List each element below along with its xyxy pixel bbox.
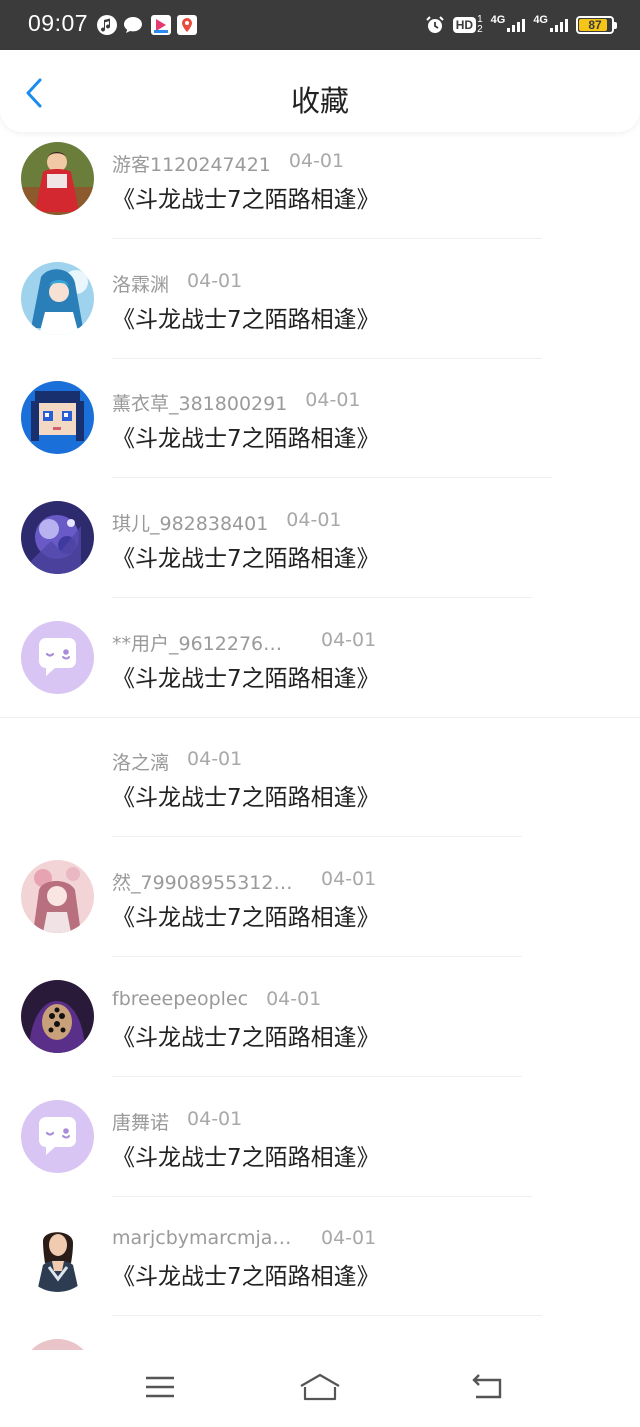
status-bar: 09:07 HD 12 4G 4G 87 bbox=[0, 0, 640, 50]
app-store-icon bbox=[151, 15, 171, 35]
alarm-icon bbox=[426, 16, 444, 33]
battery-level: 87 bbox=[588, 18, 602, 32]
item-date: 04-01 bbox=[286, 509, 342, 532]
item-date: 04-01 bbox=[321, 628, 377, 651]
avatar[interactable] bbox=[21, 381, 94, 455]
list-item[interactable]: 王…04-01 bbox=[0, 1329, 640, 1350]
book-title[interactable]: 《斗龙战士7之陌路相逢》 bbox=[112, 1257, 380, 1291]
username[interactable]: marjcbymarcmja… bbox=[112, 1227, 297, 1249]
item-date: 04-01 bbox=[266, 987, 322, 1010]
divider bbox=[112, 1075, 522, 1077]
avatar[interactable] bbox=[21, 501, 94, 575]
username[interactable]: 薰衣草_381800291 bbox=[112, 389, 287, 416]
list-item[interactable]: 游客1120247421 04-01 《斗龙战士7之陌路相逢》 bbox=[0, 132, 640, 252]
network-label-2: 4G bbox=[533, 14, 548, 26]
signal-icon: 4G bbox=[533, 14, 568, 32]
list-item[interactable]: 洛霖渊 04-01 《斗龙战士7之陌路相逢》 bbox=[0, 252, 640, 372]
chat-bubble-icon bbox=[124, 17, 142, 33]
item-meta: 洛霖渊 04-01 bbox=[112, 269, 243, 297]
divider bbox=[112, 836, 522, 838]
back-arrow-icon[interactable] bbox=[470, 1372, 504, 1402]
item-meta: 洛之漓 04-01 bbox=[112, 748, 243, 775]
signal-icon: 4G bbox=[491, 14, 526, 32]
item-meta: 琪儿_982838401 04-01 bbox=[112, 509, 342, 536]
avatar[interactable] bbox=[21, 1219, 94, 1293]
username[interactable]: 洛之漓 bbox=[112, 748, 169, 775]
hd-voice-icon: HD 12 bbox=[452, 15, 483, 35]
username[interactable]: 游客1120247421 bbox=[112, 150, 271, 177]
divider bbox=[112, 477, 552, 479]
header: 收藏 bbox=[0, 50, 640, 132]
item-date: 04-01 bbox=[187, 269, 243, 292]
navigation-bar bbox=[0, 1350, 640, 1427]
map-pin-icon bbox=[177, 15, 197, 35]
username[interactable]: **用户_9612276… bbox=[112, 629, 297, 656]
item-meta: 游客1120247421 04-01 bbox=[112, 150, 345, 177]
book-title[interactable]: 《斗龙战士7之陌路相逢》 bbox=[112, 778, 380, 812]
list-item[interactable]: **用户_9612276… 04-01 《斗龙战士7之陌路相逢》 bbox=[0, 611, 640, 731]
item-meta: 然_79908955312… 04-01 bbox=[112, 868, 377, 895]
item-date: 04-01 bbox=[321, 868, 377, 891]
avatar[interactable] bbox=[21, 979, 94, 1053]
book-title[interactable]: 《斗龙战士7之陌路相逢》 bbox=[112, 300, 380, 334]
music-note-icon bbox=[97, 15, 117, 35]
divider bbox=[112, 1315, 542, 1317]
status-time: 09:07 bbox=[28, 10, 89, 36]
battery-icon: 87 bbox=[576, 16, 617, 34]
username[interactable]: 琪儿_982838401 bbox=[112, 509, 268, 536]
network-label-1: 4G bbox=[490, 14, 506, 26]
divider bbox=[0, 716, 640, 718]
item-meta: marjcbymarcmja… 04-01 bbox=[112, 1227, 376, 1251]
avatar[interactable] bbox=[21, 620, 94, 694]
book-title[interactable]: 《斗龙战士7之陌路相逢》 bbox=[112, 1138, 380, 1172]
username[interactable]: 唐舞诺 bbox=[112, 1108, 169, 1135]
list-item[interactable]: marjcbymarcmja… 04-01 《斗龙战士7之陌路相逢》 bbox=[0, 1209, 640, 1329]
avatar[interactable] bbox=[21, 1099, 94, 1173]
divider bbox=[112, 1195, 532, 1197]
username[interactable]: 然_79908955312… bbox=[112, 868, 297, 895]
status-right-group: HD 12 4G 4G 87 bbox=[425, 13, 617, 37]
item-meta: 唐舞诺 04-01 bbox=[112, 1107, 243, 1135]
item-date: 04-01 bbox=[305, 389, 361, 412]
book-title[interactable]: 《斗龙战士7之陌路相逢》 bbox=[112, 180, 380, 214]
menu-icon[interactable] bbox=[143, 1372, 177, 1402]
book-title[interactable]: 《斗龙战士7之陌路相逢》 bbox=[112, 419, 380, 453]
divider bbox=[112, 238, 542, 239]
favorites-list: 游客1120247421 04-01 《斗龙战士7之陌路相逢》 洛霖渊 04-01 《斗龙… bbox=[0, 132, 640, 1350]
list-item[interactable]: 然_79908955312… 04-01 《斗龙战士7之陌路相逢》 bbox=[0, 850, 640, 970]
item-date: 04-01 bbox=[187, 1107, 243, 1130]
item-meta: fbreeepeoplec 04-01 bbox=[112, 988, 321, 1012]
username[interactable]: fbreeepeoplec bbox=[112, 988, 248, 1010]
book-title[interactable]: 《斗龙战士7之陌路相逢》 bbox=[112, 539, 380, 573]
avatar[interactable] bbox=[21, 860, 94, 934]
book-title[interactable]: 《斗龙战士7之陌路相逢》 bbox=[112, 659, 380, 693]
list-item[interactable]: 琪儿_982838401 04-01 《斗龙战士7之陌路相逢》 bbox=[0, 491, 640, 611]
avatar[interactable] bbox=[21, 261, 94, 335]
list-item[interactable]: 薰衣草_381800291 04-01 《斗龙战士7之陌路相逢》 bbox=[0, 371, 640, 491]
page-title: 收藏 bbox=[290, 84, 349, 118]
hd-label: HD bbox=[452, 17, 477, 33]
item-meta: 薰衣草_381800291 04-01 bbox=[112, 389, 361, 416]
divider bbox=[112, 956, 522, 958]
book-title[interactable]: 《斗龙战士7之陌路相逢》 bbox=[112, 1018, 380, 1052]
item-date: 04-01 bbox=[288, 150, 345, 172]
home-icon[interactable] bbox=[298, 1372, 342, 1402]
item-date: 04-01 bbox=[321, 1227, 377, 1250]
list-item[interactable]: 洛之漓 04-01 《斗龙战士7之陌路相逢》 bbox=[0, 730, 640, 850]
list-item[interactable]: fbreeepeoplec 04-01 《斗龙战士7之陌路相逢》 bbox=[0, 970, 640, 1090]
divider bbox=[112, 357, 542, 359]
avatar[interactable] bbox=[21, 142, 94, 215]
list-item[interactable]: 唐舞诺 04-01 《斗龙战士7之陌路相逢》 bbox=[0, 1090, 640, 1210]
avatar[interactable] bbox=[21, 1338, 94, 1350]
book-title[interactable]: 《斗龙战士7之陌路相逢》 bbox=[112, 898, 380, 932]
divider bbox=[112, 597, 532, 599]
item-meta: **用户_9612276… 04-01 bbox=[112, 628, 377, 656]
item-date: 04-01 bbox=[187, 748, 243, 771]
username[interactable]: 洛霖渊 bbox=[112, 270, 169, 297]
